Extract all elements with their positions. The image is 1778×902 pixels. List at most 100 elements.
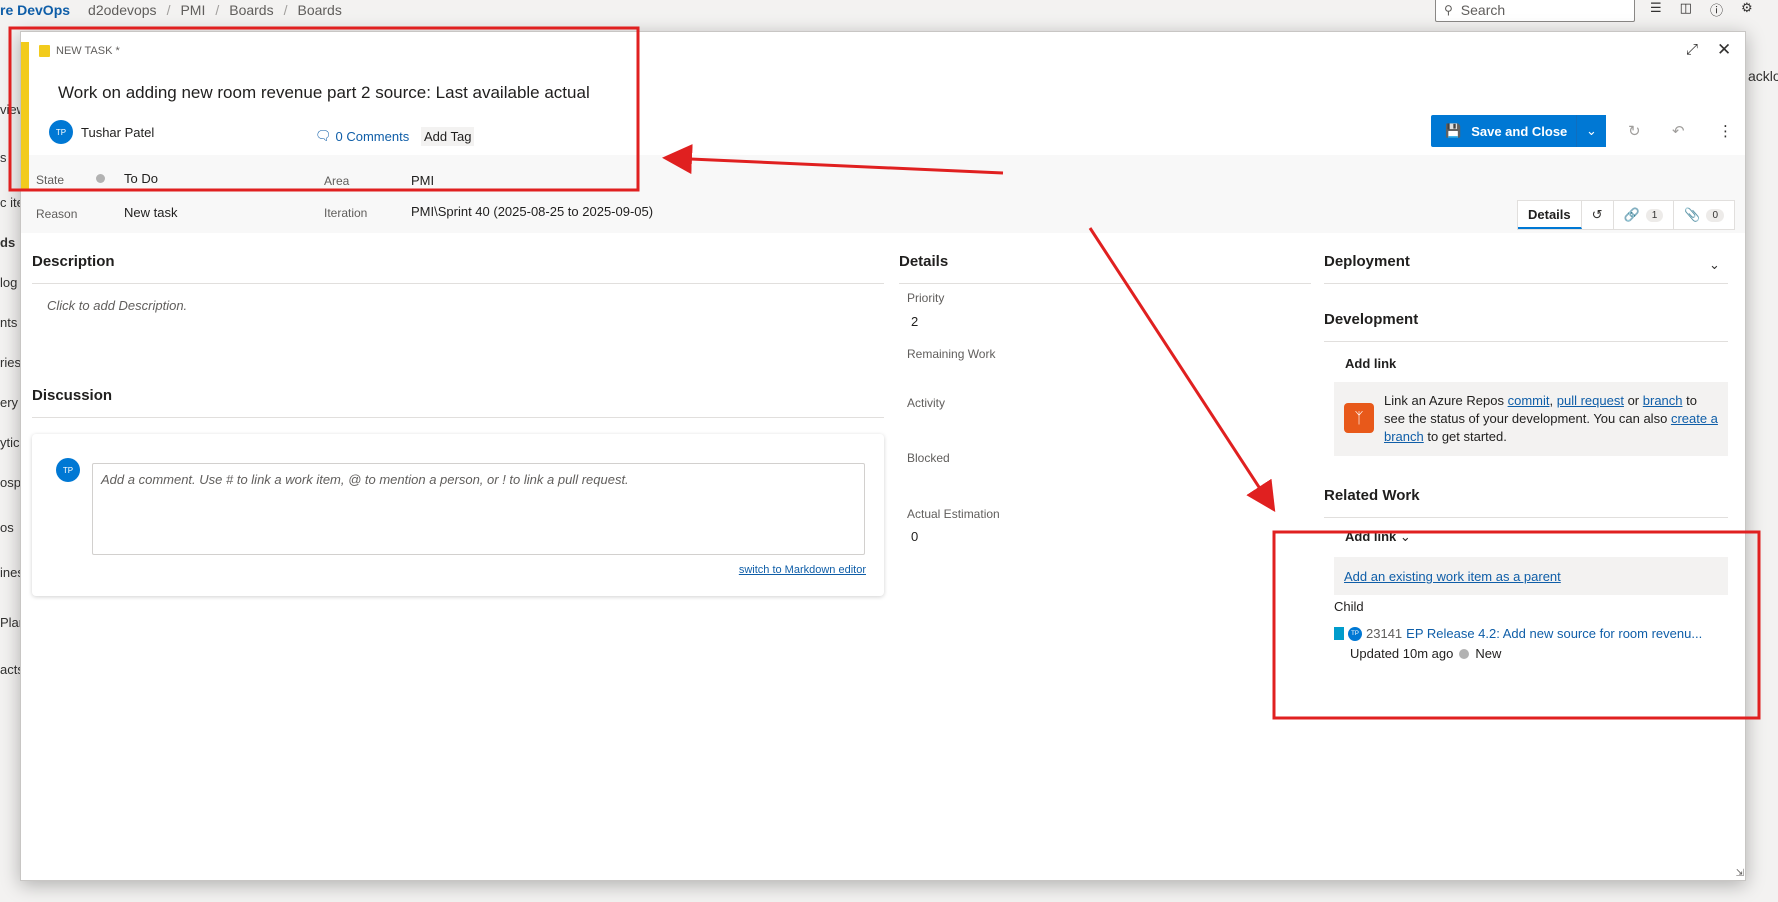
related-work-divider: [1324, 517, 1728, 518]
expand-icon[interactable]: ⤢: [1686, 41, 1698, 58]
task-icon: [39, 45, 50, 57]
status-dot: [1459, 648, 1470, 659]
iteration-value[interactable]: PMI\Sprint 40 (2025-08-25 to 2025-09-05): [411, 204, 653, 219]
work-item-tabs: Details ↺ 🔗 1 📎 0: [1517, 200, 1736, 230]
related-add-link[interactable]: Add link ⌄: [1345, 529, 1411, 545]
priority-value[interactable]: 2: [911, 314, 918, 329]
description-title: Description: [32, 253, 115, 270]
assignee[interactable]: TP Tushar Patel: [49, 120, 154, 144]
blocked-label: Blocked: [907, 451, 950, 465]
reason-label: Reason: [36, 207, 78, 221]
sidebar-fragment[interactable]: log: [0, 275, 17, 290]
search-icon: ⚲: [1444, 3, 1453, 17]
description-placeholder[interactable]: Click to add Description.: [47, 298, 187, 313]
task-color-bar: [21, 42, 29, 190]
more-actions-icon[interactable]: ⋮: [1718, 122, 1733, 140]
task-icon: [1334, 627, 1344, 640]
work-item-header: NEW TASK * Work on adding new room reven…: [21, 32, 1745, 233]
history-icon: ↺: [1591, 207, 1603, 222]
list-icon[interactable]: ☰: [1650, 0, 1662, 19]
state-dot: [96, 174, 105, 183]
discussion-divider: [32, 417, 884, 418]
reason-value[interactable]: New task: [124, 205, 177, 220]
child-title[interactable]: EP Release 4.2: Add new source for room …: [1406, 626, 1702, 641]
sidebar-fragment[interactable]: ries: [0, 355, 21, 370]
work-item-title[interactable]: Work on adding new room revenue part 2 s…: [58, 83, 590, 103]
iteration-label: Iteration: [324, 206, 368, 220]
deployment-divider: [1324, 283, 1728, 284]
development-divider: [1324, 341, 1728, 342]
details-divider: [899, 283, 1311, 284]
resize-grip-icon[interactable]: ⇲: [1736, 868, 1744, 879]
refresh-icon[interactable]: ↻: [1628, 122, 1641, 140]
tab-details-label: Details: [1528, 206, 1571, 222]
sidebar-fragment[interactable]: os: [0, 520, 14, 535]
save-icon: 💾: [1445, 123, 1462, 138]
bag-icon[interactable]: ◫: [1680, 0, 1692, 19]
undo-icon[interactable]: ↶: [1672, 122, 1685, 140]
chevron-down-icon[interactable]: ⌄: [1709, 257, 1720, 273]
save-and-close-button[interactable]: 💾 Save and Close: [1431, 115, 1576, 147]
add-parent-link[interactable]: Add an existing work item as a parent: [1344, 569, 1561, 584]
tab-history[interactable]: ↺: [1582, 201, 1614, 229]
comment-input[interactable]: Add a comment. Use # to link a work item…: [92, 463, 865, 555]
actual-estimation-value[interactable]: 0: [911, 529, 918, 544]
comments-label: 0 Comments: [335, 128, 410, 144]
type-label-text: NEW TASK *: [56, 45, 120, 57]
sidebar-fragment[interactable]: s: [0, 150, 7, 165]
save-label: Save and Close: [1471, 123, 1568, 139]
close-icon[interactable]: ✕: [1717, 40, 1731, 60]
add-tag-button[interactable]: Add Tag: [421, 127, 475, 146]
comments-link[interactable]: 🗨 0 Comments: [315, 128, 409, 144]
description-divider: [32, 283, 884, 284]
child-work-item[interactable]: TP 23141 EP Release 4.2: Add new source …: [1334, 626, 1734, 641]
add-parent-box: Add an existing work item as a parent: [1334, 557, 1728, 595]
commit-link[interactable]: commit: [1508, 393, 1550, 408]
breadcrumb-item[interactable]: d2odevops: [78, 2, 167, 18]
dev-text-3: to get started.: [1427, 429, 1507, 444]
tab-attachments[interactable]: 📎 0: [1674, 201, 1734, 229]
top-icons: ☰ ◫ ⓘ ⚙: [1650, 0, 1753, 19]
pull-request-link[interactable]: pull request: [1557, 393, 1624, 408]
child-meta: Updated 10m ago New: [1350, 646, 1501, 661]
discussion-card: TP Add a comment. Use # to link a work i…: [32, 434, 884, 596]
work-item-dialog: NEW TASK * Work on adding new room reven…: [20, 31, 1746, 881]
save-dropdown-button[interactable]: ⌄: [1576, 115, 1606, 147]
background-backlog-label[interactable]: acklo: [1748, 68, 1778, 84]
avatar: TP: [56, 458, 80, 482]
priority-label: Priority: [907, 291, 945, 305]
breadcrumb-item[interactable]: Boards: [219, 2, 283, 18]
dev-text-1: Link an Azure Repos: [1384, 393, 1504, 408]
sidebar-fragment[interactable]: ds: [0, 235, 15, 250]
sidebar-fragment[interactable]: nts: [0, 315, 17, 330]
child-id: 23141: [1366, 626, 1403, 641]
state-label: State: [36, 173, 65, 187]
development-add-link[interactable]: Add link: [1345, 356, 1396, 371]
dev-or: or: [1627, 393, 1640, 408]
related-work-title: Related Work: [1324, 487, 1420, 504]
settings-icon[interactable]: ⚙: [1741, 0, 1753, 19]
work-item-type: NEW TASK *: [39, 45, 120, 57]
sidebar-fragment[interactable]: ery: [0, 395, 18, 410]
tab-links[interactable]: 🔗 1: [1614, 201, 1675, 229]
help-icon[interactable]: ⓘ: [1710, 0, 1723, 19]
breadcrumb-item[interactable]: Boards: [287, 2, 351, 18]
chevron-down-icon: ⌄: [1586, 123, 1597, 138]
branch-link[interactable]: branch: [1643, 393, 1683, 408]
search-input[interactable]: ⚲ Search: [1435, 0, 1635, 22]
sidebar-fragment[interactable]: ytic: [0, 435, 20, 450]
child-updated: Updated 10m ago: [1350, 646, 1454, 661]
development-title: Development: [1324, 311, 1419, 328]
git-branch-icon: ᛉ: [1344, 403, 1374, 433]
markdown-editor-link[interactable]: switch to Markdown editor: [739, 564, 866, 576]
child-label: Child: [1334, 599, 1364, 614]
assignee-name: Tushar Patel: [81, 124, 155, 140]
breadcrumb-item[interactable]: PMI: [170, 2, 215, 18]
tab-details[interactable]: Details: [1518, 201, 1582, 229]
development-info-box: ᛉ Link an Azure Repos commit, pull reque…: [1334, 382, 1728, 456]
brand-label[interactable]: re DevOps: [0, 2, 70, 18]
deployment-title: Deployment: [1324, 253, 1410, 270]
state-value[interactable]: To Do: [124, 171, 158, 186]
area-value[interactable]: PMI: [411, 173, 434, 188]
search-placeholder: Search: [1460, 2, 1506, 18]
